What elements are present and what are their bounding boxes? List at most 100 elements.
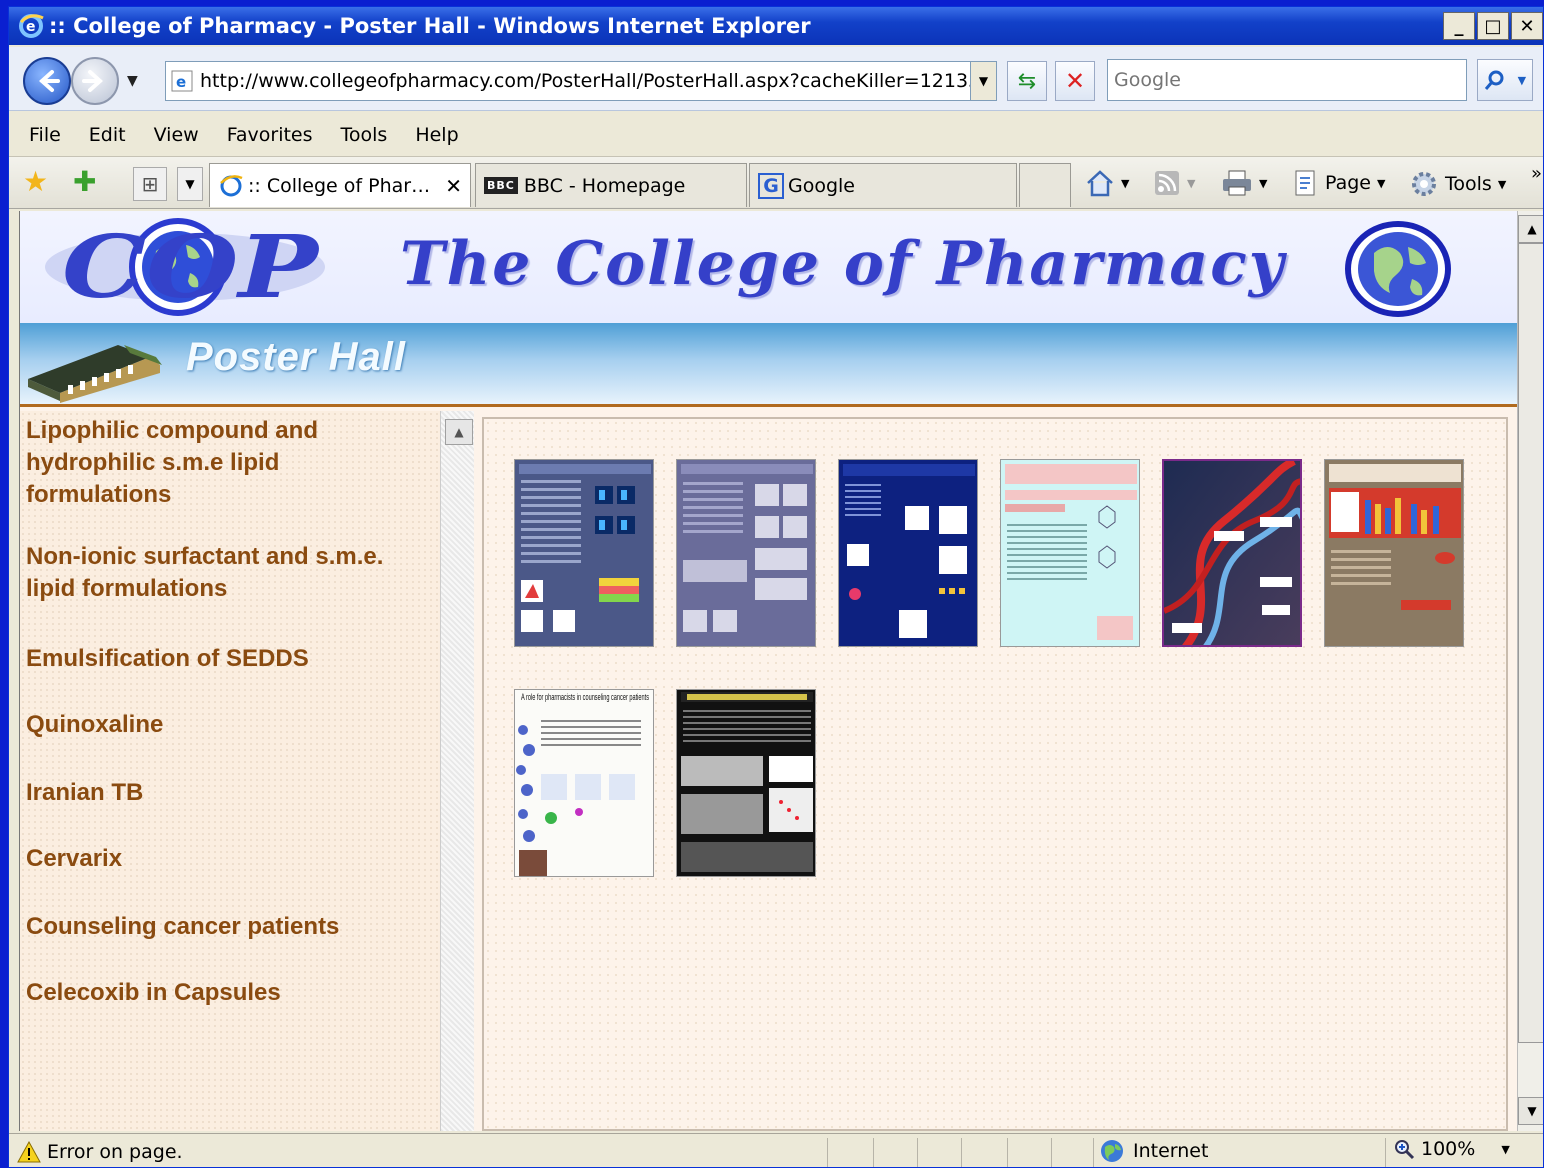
search-options-dropdown[interactable]: ▼ bbox=[1518, 74, 1526, 87]
tab-google[interactable]: G Google bbox=[749, 163, 1017, 207]
sidebar-link-counseling-cancer[interactable]: Counseling cancer patients bbox=[26, 911, 426, 943]
poster-gallery: A role for pharmacists in counseling can… bbox=[482, 417, 1508, 1131]
status-divider bbox=[1051, 1138, 1052, 1167]
zoom-control[interactable]: 100% ▼ bbox=[1393, 1138, 1510, 1160]
status-divider bbox=[873, 1138, 874, 1167]
status-message[interactable]: Error on page. bbox=[17, 1140, 183, 1163]
status-divider bbox=[1093, 1138, 1094, 1167]
title-bar: e :: College of Pharmacy - Poster Hall -… bbox=[9, 7, 1543, 45]
minimize-button[interactable]: _ bbox=[1443, 12, 1475, 40]
ie-page-icon bbox=[220, 174, 243, 196]
favorites-star-icon[interactable]: ★ bbox=[23, 165, 48, 198]
section-header: Poster Hall bbox=[20, 323, 1517, 407]
print-button[interactable]: ▼ bbox=[1221, 169, 1267, 197]
tab-college-of-pharmacy[interactable]: :: College of Phar… ✕ bbox=[209, 163, 471, 207]
print-dropdown[interactable]: ▼ bbox=[1259, 177, 1267, 190]
sidebar-link-lipophilic-compound[interactable]: Lipophilic compound and hydrophilic s.m.… bbox=[26, 415, 426, 511]
address-url[interactable]: http://www.collegeofpharmacy.com/PosterH… bbox=[200, 70, 970, 92]
quick-tabs-button[interactable]: ⊞ bbox=[133, 167, 167, 201]
internet-globe-icon bbox=[1101, 1140, 1123, 1162]
poster-image bbox=[1164, 461, 1300, 645]
poster-thumbnail-cervarix[interactable] bbox=[1324, 459, 1464, 647]
search-input[interactable] bbox=[1107, 59, 1467, 101]
scroll-down-arrow[interactable]: ▼ bbox=[1518, 1097, 1543, 1125]
refresh-icon: ⇆ bbox=[1017, 68, 1037, 94]
poster-thumbnail-celecoxib[interactable] bbox=[676, 689, 816, 877]
maximize-button[interactable]: □ bbox=[1477, 12, 1509, 40]
sidebar-link-iranian-tb[interactable]: Iranian TB bbox=[26, 777, 426, 809]
poster-thumbnail-iranian-tb[interactable] bbox=[1162, 459, 1302, 647]
poster-image bbox=[677, 690, 815, 876]
zoom-level: 100% bbox=[1421, 1138, 1476, 1160]
poster-image bbox=[515, 460, 653, 646]
page-scrollbar[interactable]: ▲ ▼ bbox=[1517, 211, 1543, 1131]
page-icon bbox=[1295, 170, 1315, 196]
back-arrow-icon bbox=[39, 70, 60, 92]
poster-image bbox=[839, 460, 977, 646]
poster-thumbnail-lipophilic[interactable] bbox=[514, 459, 654, 647]
sidebar-link-quinoxaline[interactable]: Quinoxaline bbox=[26, 709, 426, 741]
tools-menu-button[interactable]: Tools ▼ bbox=[1409, 169, 1506, 199]
sidebar-scrollbar[interactable]: ▲ bbox=[440, 411, 474, 1131]
tab-list-dropdown[interactable]: ▼ bbox=[177, 167, 203, 201]
menu-help[interactable]: Help bbox=[415, 124, 458, 146]
building-icon bbox=[28, 345, 162, 403]
forward-button[interactable] bbox=[71, 57, 119, 105]
page-content: COP The College of Pharmacy Poster Hall bbox=[19, 211, 1517, 1131]
home-dropdown[interactable]: ▼ bbox=[1121, 177, 1129, 190]
poster-thumbnail-quinoxaline[interactable] bbox=[1000, 459, 1140, 647]
address-bar[interactable]: e http://www.collegeofpharmacy.com/Poste… bbox=[165, 61, 997, 101]
search-icon bbox=[1484, 70, 1504, 90]
tab-label: Google bbox=[788, 174, 856, 197]
status-divider bbox=[1007, 1138, 1008, 1167]
security-zone[interactable]: Internet bbox=[1099, 1138, 1208, 1164]
refresh-button[interactable]: ⇆ bbox=[1007, 61, 1047, 101]
zoom-dropdown[interactable]: ▼ bbox=[1501, 1143, 1509, 1156]
sidebar-link-celecoxib-capsules[interactable]: Celecoxib in Capsules bbox=[26, 977, 426, 1009]
google-logo-icon: G bbox=[758, 172, 784, 199]
sidebar-link-cervarix[interactable]: Cervarix bbox=[26, 843, 426, 875]
home-button[interactable]: ▼ bbox=[1085, 169, 1129, 197]
add-favorites-icon[interactable]: ✚ bbox=[73, 165, 96, 198]
bbc-logo-icon: BBC bbox=[484, 177, 518, 194]
menu-favorites[interactable]: Favorites bbox=[227, 124, 313, 146]
new-tab-button[interactable] bbox=[1019, 163, 1071, 207]
poster-image bbox=[1325, 460, 1463, 646]
feeds-button[interactable]: ▼ bbox=[1153, 169, 1195, 197]
menu-edit[interactable]: Edit bbox=[89, 124, 126, 146]
browser-window: e :: College of Pharmacy - Poster Hall -… bbox=[8, 6, 1544, 1168]
poster-thumbnail-non-ionic[interactable] bbox=[676, 459, 816, 647]
svg-text:e: e bbox=[176, 73, 186, 91]
close-tab-icon[interactable]: ✕ bbox=[445, 174, 462, 198]
tab-bar: ★ ✚ ⊞ ▼ :: College of Phar… ✕ BBC BBC - … bbox=[9, 157, 1543, 209]
toolbar-overflow-button[interactable]: » bbox=[1531, 163, 1542, 184]
poster-thumbnail-counseling[interactable]: A role for pharmacists in counseling can… bbox=[514, 689, 654, 877]
gear-icon bbox=[1412, 172, 1436, 196]
cop-logo-icon: COP bbox=[45, 217, 325, 318]
close-button[interactable]: ✕ bbox=[1511, 12, 1543, 40]
scroll-up-arrow[interactable]: ▲ bbox=[1518, 215, 1543, 243]
page-menu-button[interactable]: Page ▼ bbox=[1293, 169, 1385, 197]
menu-file[interactable]: File bbox=[29, 124, 61, 146]
section-title: Poster Hall bbox=[186, 335, 406, 379]
recent-pages-dropdown[interactable]: ▼ bbox=[127, 73, 138, 89]
tab-bbc-homepage[interactable]: BBC BBC - Homepage bbox=[475, 163, 747, 207]
menu-view[interactable]: View bbox=[154, 124, 199, 146]
feeds-dropdown[interactable]: ▼ bbox=[1187, 177, 1195, 190]
status-divider bbox=[917, 1138, 918, 1167]
site-banner: COP The College of Pharmacy bbox=[20, 211, 1517, 323]
sidebar-link-emulsification-sedds[interactable]: Emulsification of SEDDS bbox=[26, 643, 426, 675]
poster-thumbnail-sedds[interactable] bbox=[838, 459, 978, 647]
sidebar-scroll-up-arrow[interactable]: ▲ bbox=[445, 419, 473, 445]
address-dropdown[interactable]: ▼ bbox=[970, 62, 996, 100]
back-button[interactable] bbox=[23, 57, 71, 105]
home-icon bbox=[1087, 170, 1113, 197]
poster-image bbox=[1001, 460, 1139, 646]
search-button[interactable]: ▼ bbox=[1477, 59, 1533, 101]
status-text: Error on page. bbox=[47, 1140, 183, 1163]
scroll-thumb[interactable] bbox=[1518, 243, 1543, 1043]
menu-tools[interactable]: Tools bbox=[341, 124, 388, 146]
stop-button[interactable]: ✕ bbox=[1055, 61, 1095, 101]
zone-label: Internet bbox=[1133, 1140, 1209, 1162]
sidebar-link-non-ionic-surfactant[interactable]: Non-ionic surfactant and s.m.e. lipid fo… bbox=[26, 541, 426, 605]
